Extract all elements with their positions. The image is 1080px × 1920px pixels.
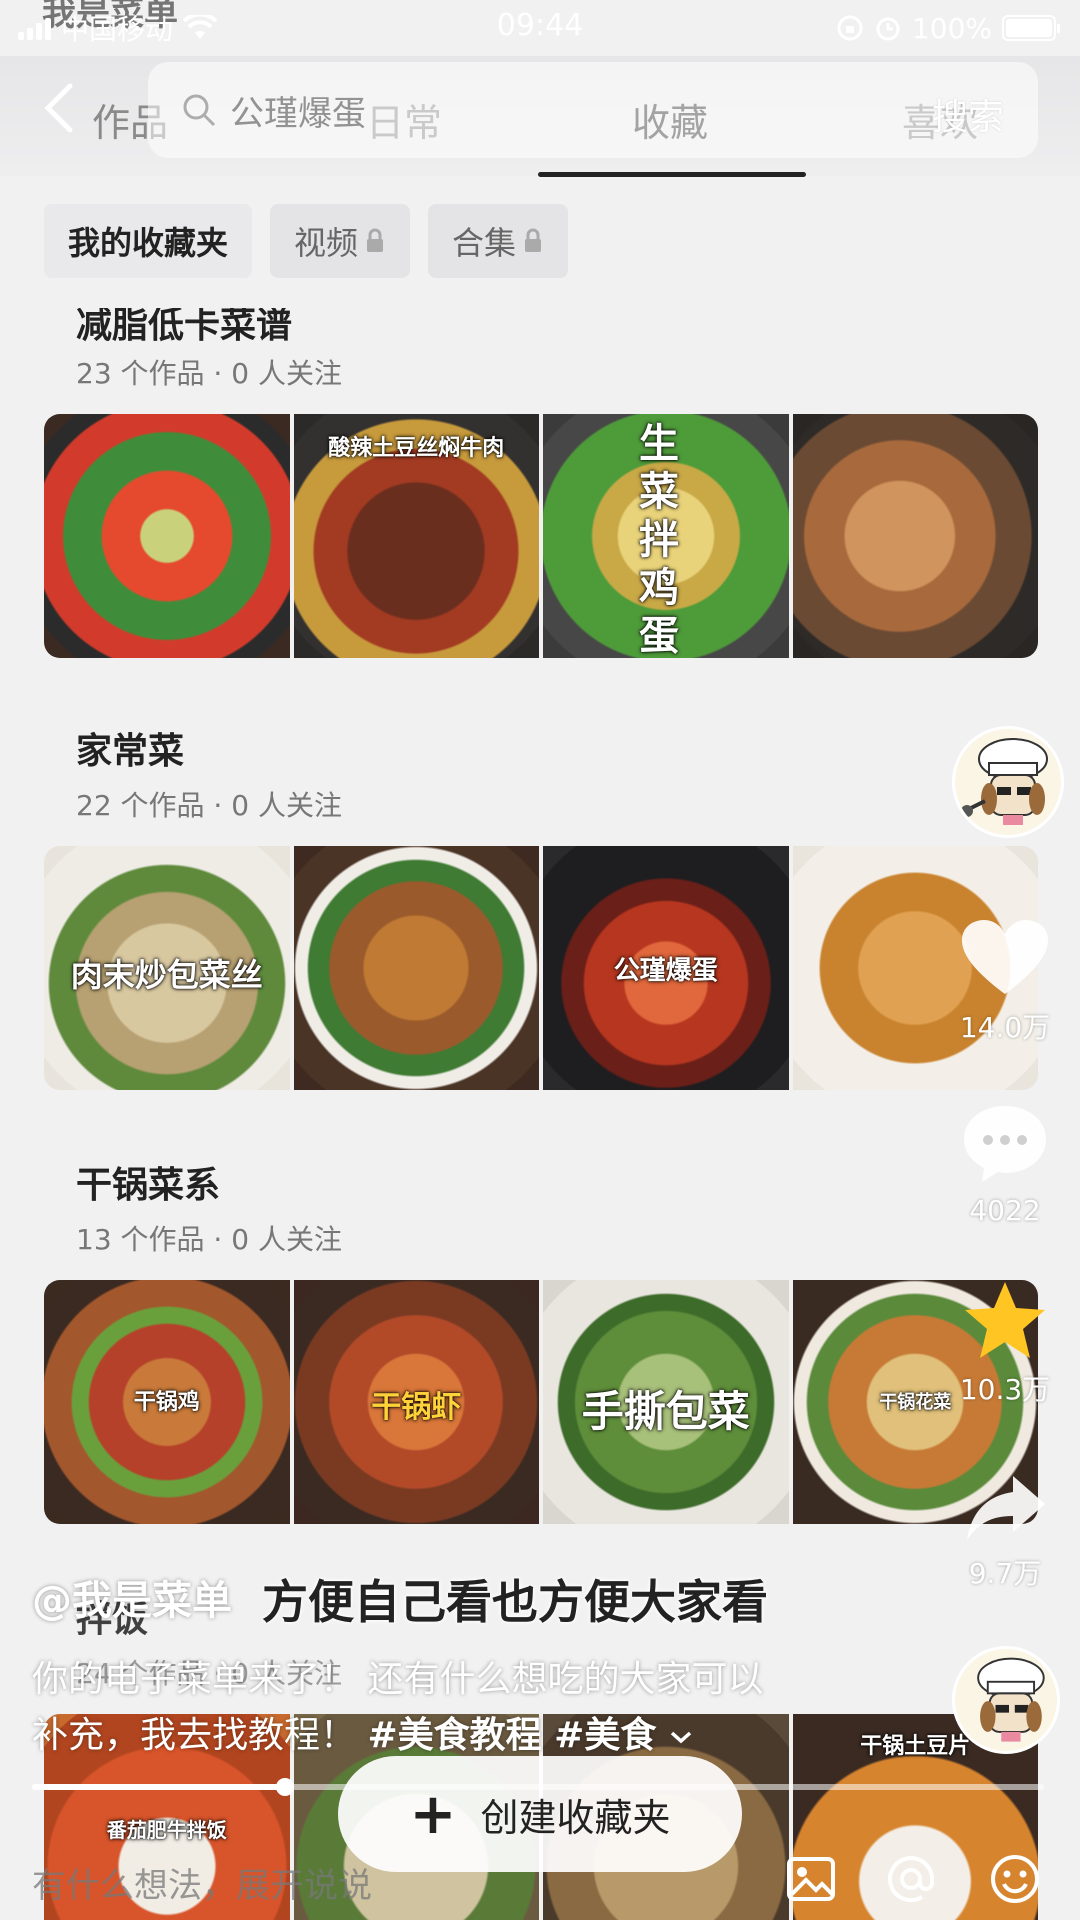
thumbnail-row: 酸辣土豆丝焖牛肉 生菜拌鸡蛋 [44,414,1038,658]
star-icon [965,1282,1045,1358]
chip-label: 视频 [294,224,359,262]
description-line: 补充，我去找教程！ [32,1715,357,1756]
carrier-label: 中国移动 [61,13,174,46]
thumbnail-caption: 手撕包菜 [581,1387,750,1436]
chef-avatar-icon [977,1657,1045,1742]
at-mention-icon[interactable] [884,1852,938,1906]
signal-icon [18,16,51,40]
progress-knob[interactable] [276,1778,294,1796]
back-button[interactable] [40,82,80,134]
create-folder-label: 创建收藏夹 [480,1795,671,1840]
status-bar: 中国移动 09:44 100% [0,0,1080,56]
rotation-lock-icon [837,15,863,41]
like-count: 14.0万 [959,1011,1051,1044]
comment-bar: 有什么想法，展开说说 [0,1838,1080,1920]
chip-label: 我的收藏夹 [68,224,229,262]
progress-fill [32,1784,285,1790]
comment-button[interactable]: 4022 [950,1102,1060,1227]
comment-count: 4022 [969,1194,1041,1227]
thumbnail[interactable] [792,414,1038,658]
lock-icon [367,228,384,252]
image-icon[interactable] [784,1852,838,1906]
emoji-icon[interactable] [988,1852,1042,1906]
thumbnail[interactable]: 公瑾爆蛋 [543,846,789,1090]
collection-card[interactable]: 减脂低卡菜谱 23 个作品 · 0 人关注 酸辣土豆丝焖牛肉 生菜拌鸡蛋 [44,296,1038,668]
collection-meta: 22 个作品 · 0 人关注 [76,789,342,822]
video-progress-bar[interactable] [32,1778,1044,1796]
thumbnail-caption: 干锅虾 [371,1390,462,1425]
thumbnail[interactable] [44,414,290,658]
battery-percent: 100% [911,11,992,45]
chip-collections[interactable]: 合集 [428,204,569,278]
chip-videos[interactable]: 视频 [270,204,411,278]
alarm-icon [876,17,900,41]
status-left: 中国移动 [18,8,218,48]
thumbnail[interactable]: 手撕包菜 [543,1280,789,1524]
chevron-left-icon [44,83,73,133]
search-bar[interactable]: 公瑾爆蛋 搜索 [148,62,1038,158]
thumbnail-caption: 肉末炒包菜丝 [70,956,263,994]
collection-title: 家常菜 [76,731,185,772]
wifi-icon [183,15,218,39]
status-right: 100% [836,11,1060,45]
thumbnail-row: 肉末炒包菜丝 公瑾爆蛋 [44,846,1038,1090]
filter-chips: 我的收藏夹 视频 合集 [44,204,569,278]
search-input[interactable]: 公瑾爆蛋 [230,86,366,135]
tab-active-indicator [538,172,806,177]
collection-card[interactable]: 干锅菜系 13 个作品 · 0 人关注 干锅鸡 干锅虾 手撕包菜 干锅花菜 [44,1156,1038,1528]
chevron-down-icon[interactable] [668,1727,694,1747]
thumbnail-caption: 生菜拌鸡蛋 [639,421,679,658]
status-time: 09:44 [496,8,584,43]
description-line: 你的电子菜单来了！ 还有什么想吃的大家可以 [32,1659,764,1700]
comment-input[interactable]: 有什么想法，展开说说 [32,1858,372,1907]
collection-card[interactable]: 家常菜 22 个作品 · 0 人关注 肉末炒包菜丝 公瑾爆蛋 [44,722,1038,1094]
author-avatar[interactable] [952,726,1064,838]
thumbnail-caption: 酸辣土豆丝焖牛肉 [328,436,505,461]
header: 作品 日常 收藏 喜欢 公瑾爆蛋 搜索 [0,56,1080,177]
video-overlay-text: 方便自己看也方便大家看 [262,1575,768,1629]
collection-title: 干锅菜系 [76,1165,221,1206]
thumbnail[interactable]: 生菜拌鸡蛋 [543,414,789,658]
music-avatar[interactable] [952,1646,1060,1754]
heart-icon [962,920,1048,994]
plus-icon: + [409,1781,457,1847]
video-description[interactable]: 你的电子菜单来了！ 还有什么想吃的大家可以 补充，我去找教程！ #美食教程 #美… [32,1652,852,1764]
favorite-count: 10.3万 [959,1373,1051,1406]
chef-avatar-icon [961,738,1048,825]
collection-title: 减脂低卡菜谱 [76,305,293,346]
thumbnail[interactable] [293,846,539,1090]
battery-icon [1002,15,1060,41]
like-button[interactable]: 14.0万 [950,918,1060,1046]
author-name[interactable]: @我是菜单 [32,1568,232,1626]
share-arrow-icon [967,1476,1045,1540]
favorite-button[interactable]: 10.3万 [950,1280,1060,1408]
thumbnail[interactable]: 干锅虾 [293,1280,539,1524]
search-icon [183,94,216,127]
collection-meta: 23 个作品 · 0 人关注 [76,357,342,390]
share-button[interactable]: 9.7万 [950,1472,1060,1592]
thumbnail[interactable]: 肉末炒包菜丝 [44,846,290,1090]
chip-label: 合集 [452,224,517,262]
search-button[interactable]: 搜索 [932,88,1004,140]
share-count: 9.7万 [968,1557,1042,1590]
thumbnail[interactable]: 干锅鸡 [44,1280,290,1524]
hashtags[interactable]: #美食教程 #美食 [367,1715,656,1756]
comment-icon [964,1106,1046,1182]
thumbnail[interactable]: 酸辣土豆丝焖牛肉 [293,414,539,658]
collection-meta: 13 个作品 · 0 人关注 [76,1223,342,1256]
thumbnail-caption: 干锅鸡 [133,1390,200,1415]
lock-icon [525,228,542,252]
chip-my-folders[interactable]: 我的收藏夹 [44,204,253,278]
thumbnail-row: 干锅鸡 干锅虾 手撕包菜 干锅花菜 [44,1280,1038,1524]
thumbnail-caption: 公瑾爆蛋 [613,956,718,986]
